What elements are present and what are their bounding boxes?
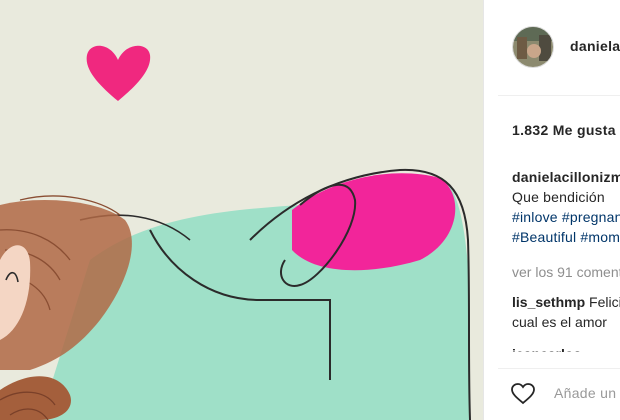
comment-item: lis_sethmp Felicidades cual es el amor [512, 292, 620, 332]
hashtag-link[interactable]: #pregnant [562, 209, 620, 225]
post-header: danielacillonizmas [484, 0, 620, 95]
comment-text: Felicidades [589, 294, 620, 310]
post-sidebar: danielacillonizmas 1.832 Me gusta daniel… [484, 0, 620, 420]
heart-outline-icon[interactable] [510, 382, 536, 406]
comment-username[interactable]: lis_sethmp [512, 294, 585, 310]
pregnant-illustration [0, 0, 483, 420]
comment-text-line2: cual es el amor [512, 314, 607, 330]
add-comment-input[interactable]: Añade un comentario... [554, 385, 620, 401]
header-divider [498, 95, 620, 96]
caption-text: Que bendición [512, 189, 605, 205]
post-image[interactable] [0, 0, 483, 420]
comment-item-partial: jeancarlos [512, 344, 581, 352]
hashtag-link[interactable]: #inlove [512, 209, 558, 225]
hashtag-link[interactable]: #Beautiful [512, 229, 576, 245]
avatar-photo [513, 27, 553, 67]
view-all-comments-link[interactable]: ver los 91 comentarios [512, 264, 620, 280]
likes-count[interactable]: 1.832 Me gusta [512, 122, 616, 138]
actions-divider [498, 368, 620, 369]
avatar[interactable] [512, 26, 554, 68]
comment-username[interactable]: jeancarlos [512, 346, 581, 352]
post-author-username[interactable]: danielacillonizmas [570, 38, 620, 54]
caption-username[interactable]: danielacillonizmas [512, 169, 620, 185]
post-caption: danielacillonizmas Que bendición #inlove… [512, 167, 620, 247]
hashtag-link[interactable]: #mom [580, 229, 620, 245]
